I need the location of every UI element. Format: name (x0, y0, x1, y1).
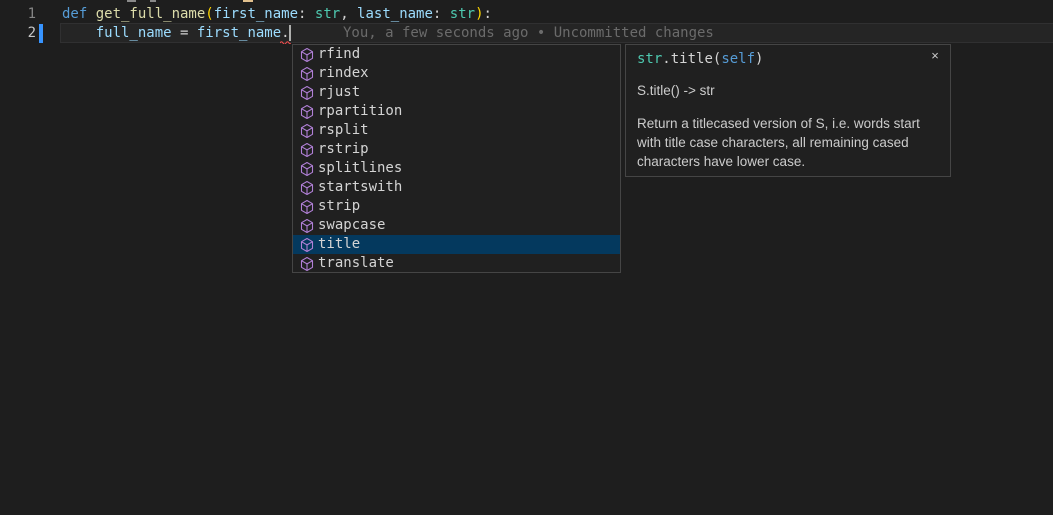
code-token: .title( (662, 51, 721, 67)
symbol-method-icon (299, 66, 315, 82)
code-token: ) (475, 6, 483, 22)
suggest-item-label: rsplit (318, 121, 369, 140)
suggestion-docs-popup: str.title(self) × S.title() -> str Retur… (625, 44, 951, 177)
suggest-item-label: rstrip (318, 140, 369, 159)
symbol-method-icon (299, 199, 315, 215)
code-token: : (298, 6, 315, 22)
clipped-line-fragment (150, 0, 156, 2)
suggest-item-rjust[interactable]: rjust (293, 83, 620, 102)
suggest-item-label: rjust (318, 83, 360, 102)
suggest-item-splitlines[interactable]: splitlines (293, 159, 620, 178)
suggest-item-rsplit[interactable]: rsplit (293, 121, 620, 140)
symbol-method-icon (299, 104, 315, 120)
autocomplete-suggest-widget: rfind rindex rjust rpartition rsplit (292, 44, 621, 273)
suggest-item-label: splitlines (318, 159, 402, 178)
suggest-item-label: swapcase (318, 216, 385, 235)
suggest-item-label: rfind (318, 45, 360, 64)
code-token: = (172, 25, 197, 41)
symbol-method-icon (299, 161, 315, 177)
symbol-method-icon (299, 218, 315, 234)
code-token: full_name (96, 25, 172, 41)
git-blame-annotation: You, a few seconds ago • Uncommitted cha… (343, 24, 714, 43)
code-token: first_name (197, 25, 281, 41)
suggest-item-label: rindex (318, 64, 369, 83)
suggest-item-label: startswith (318, 178, 402, 197)
suggest-item-title[interactable]: title (293, 235, 620, 254)
suggest-item-rstrip[interactable]: rstrip (293, 140, 620, 159)
text-cursor (289, 25, 291, 41)
docs-description: Return a titlecased version of S, i.e. w… (637, 114, 938, 171)
code-token: get_full_name (96, 6, 206, 22)
code-token: str (315, 6, 340, 22)
line-number: 2 (0, 24, 36, 43)
symbol-method-icon (299, 142, 315, 158)
suggest-item-rindex[interactable]: rindex (293, 64, 620, 83)
code-token: last_name (357, 6, 433, 22)
code-line-1: 1 def get_full_name(first_name: str, las… (0, 5, 1053, 24)
symbol-method-icon (299, 47, 315, 63)
symbol-method-icon (299, 123, 315, 139)
symbol-method-icon (299, 180, 315, 196)
code-token: str (637, 51, 662, 67)
line-number: 1 (0, 5, 36, 24)
docs-prototype: S.title() -> str (637, 81, 938, 100)
code-token: first_name (214, 6, 298, 22)
code-text: full_name = first_name. (62, 24, 290, 43)
docs-body: S.title() -> str Return a titlecased ver… (637, 81, 938, 171)
code-text: def get_full_name(first_name: str, last_… (62, 5, 492, 24)
suggest-item-label: translate (318, 254, 394, 273)
symbol-method-icon (299, 237, 315, 253)
code-token: ) (755, 51, 763, 67)
code-token: def (62, 6, 96, 22)
code-editor: { "editor": { "background_color": "#1e1e… (0, 0, 1053, 515)
code-token (62, 25, 96, 41)
suggest-item-strip[interactable]: strip (293, 197, 620, 216)
code-token: str (450, 6, 475, 22)
code-token: ( (205, 6, 213, 22)
clipped-line-fragment (127, 0, 136, 2)
code-token: : (484, 6, 492, 22)
suggest-item-label: strip (318, 197, 360, 216)
code-token: self (721, 51, 755, 67)
docs-signature: str.title(self) (637, 50, 763, 69)
git-modified-indicator (39, 24, 43, 43)
suggest-item-label: title (318, 235, 360, 254)
suggest-item-label: rpartition (318, 102, 402, 121)
clipped-line-fragment (243, 0, 253, 2)
code-token: , (340, 6, 357, 22)
code-token: : (433, 6, 450, 22)
symbol-method-icon (299, 85, 315, 101)
symbol-method-icon (299, 256, 315, 272)
suggest-item-rfind[interactable]: rfind (293, 45, 620, 64)
suggest-item-swapcase[interactable]: swapcase (293, 216, 620, 235)
suggest-item-translate[interactable]: translate (293, 254, 620, 273)
close-icon[interactable]: × (926, 47, 944, 65)
suggest-item-startswith[interactable]: startswith (293, 178, 620, 197)
suggest-item-rpartition[interactable]: rpartition (293, 102, 620, 121)
